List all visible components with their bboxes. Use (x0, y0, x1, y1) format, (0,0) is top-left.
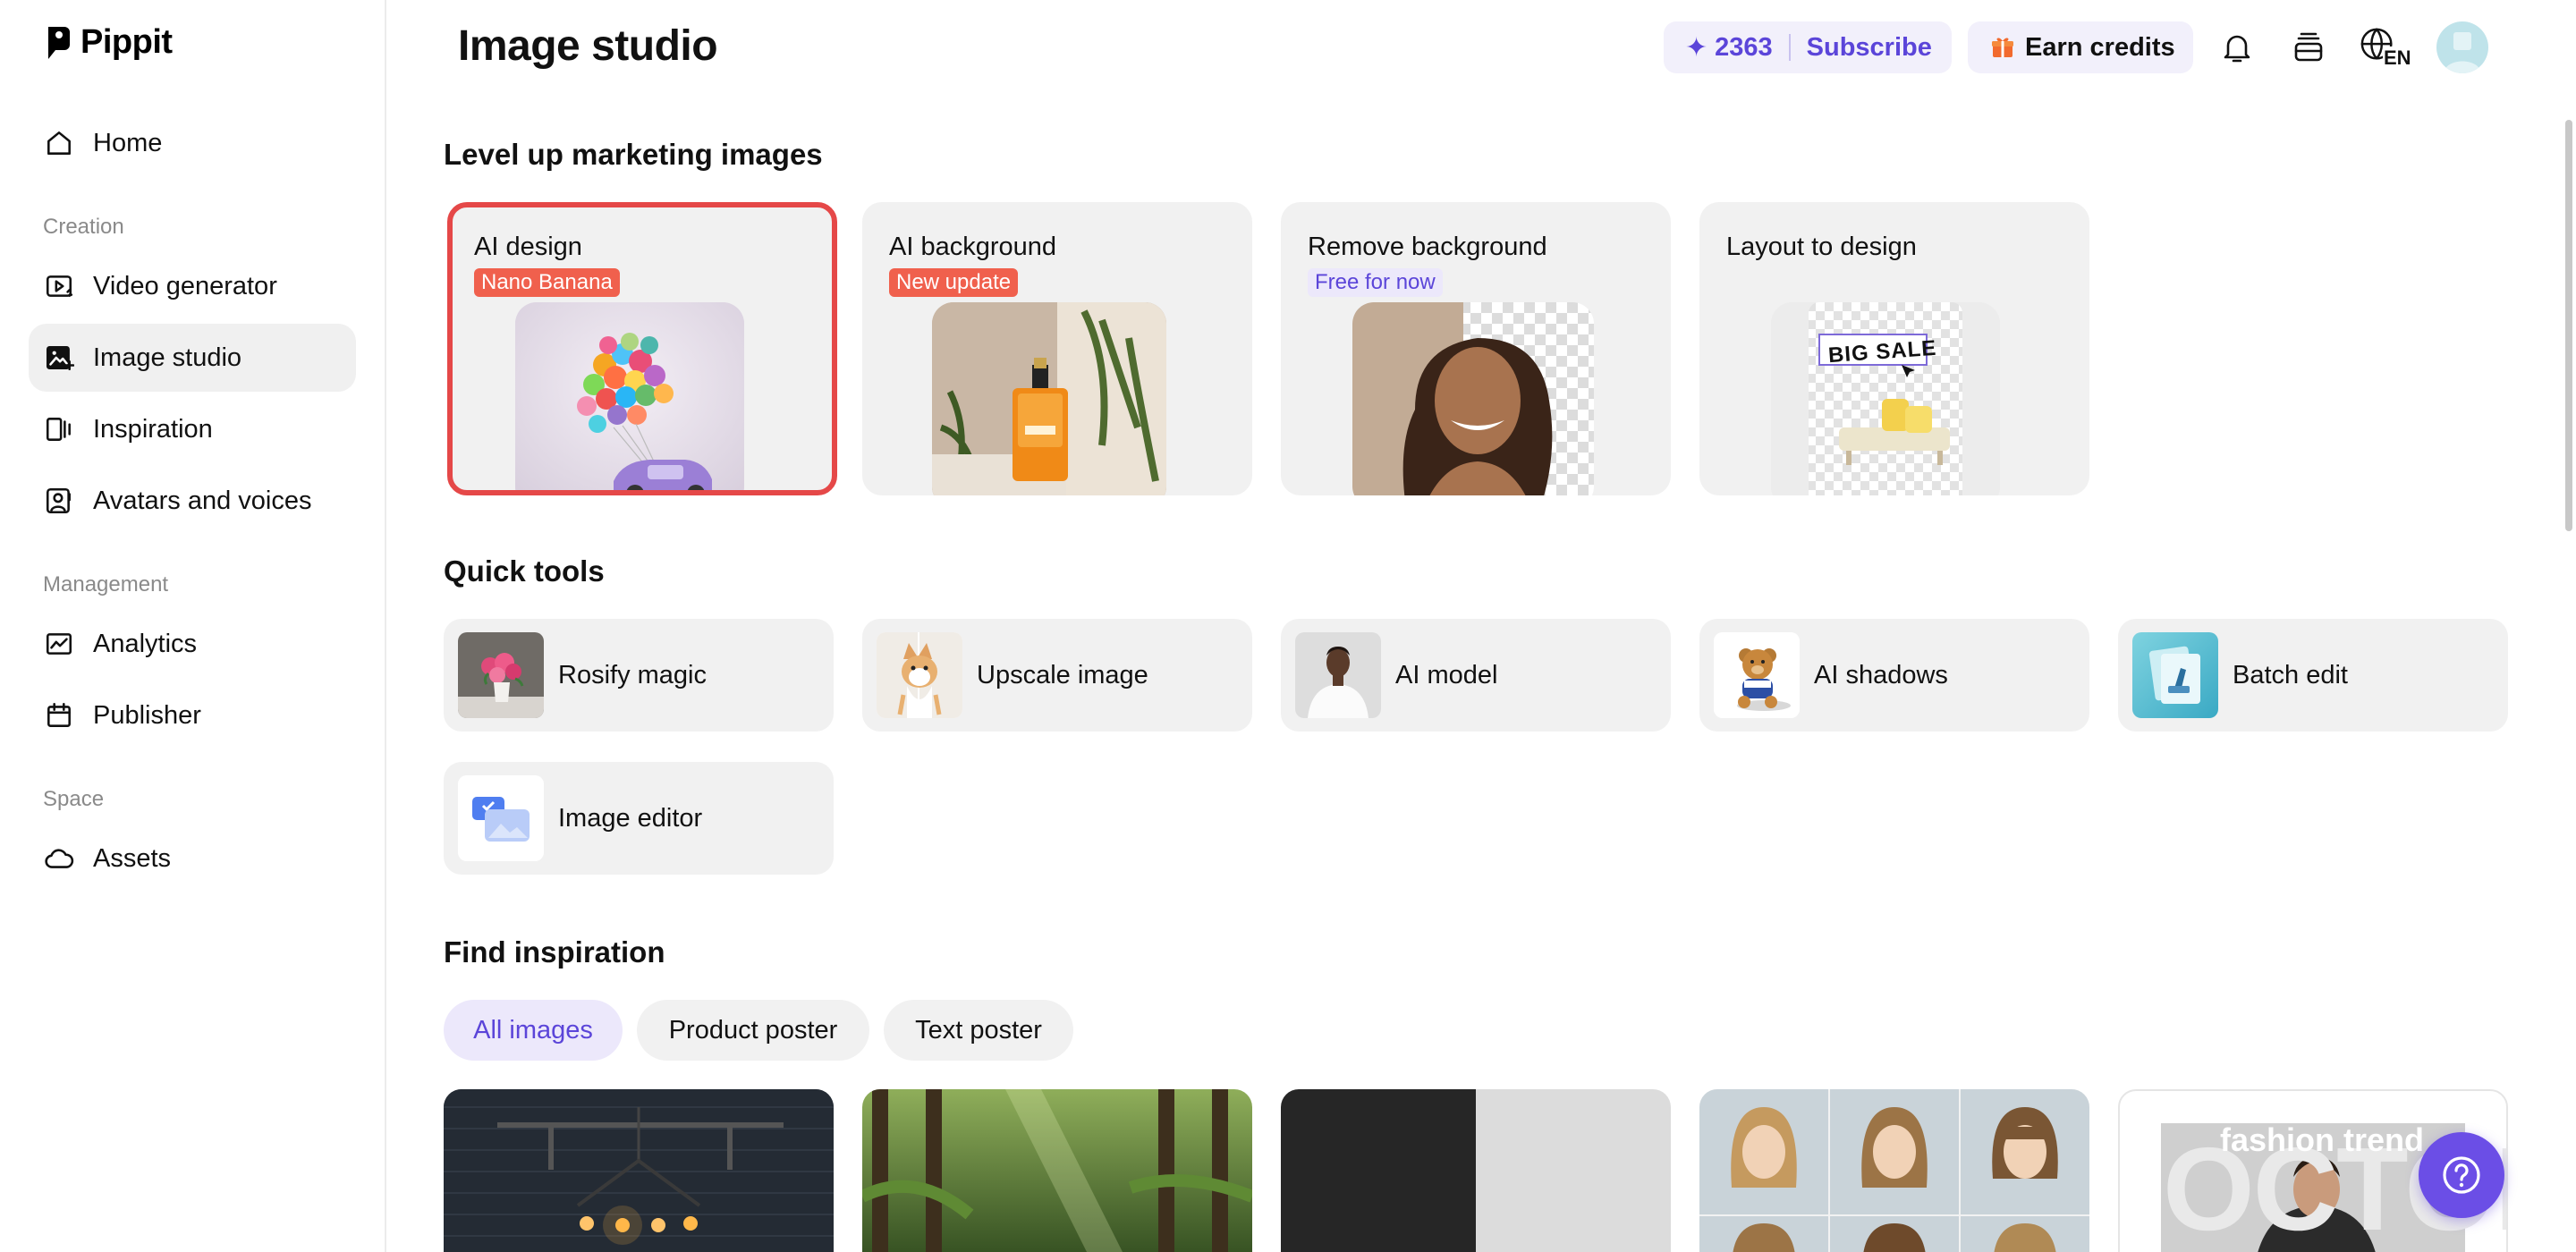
subscribe-button[interactable]: Subscribe (1807, 33, 1932, 63)
tool-label: AI model (1395, 660, 1498, 689)
tool-ai-model[interactable]: AI model (1281, 619, 1671, 732)
balloon-car-image (515, 302, 744, 490)
tool-label: Upscale image (977, 660, 1148, 689)
rosify-thumbnail (458, 632, 544, 718)
tool-upscale-image[interactable]: Upscale image (862, 619, 1252, 732)
quick-tools-section-title: Quick tools (444, 554, 605, 588)
sidebar-item-label: Assets (93, 843, 172, 873)
feature-card-ai-design[interactable]: AI design Nano Banana (447, 202, 837, 495)
user-avatar-icon (2444, 32, 2481, 73)
section-label-creation: Creation (43, 215, 124, 239)
divider (1788, 34, 1791, 61)
sidebar-item-label: Avatars and voices (93, 486, 312, 515)
feature-card-layout-to-design[interactable]: Layout to design BIG SALE (1699, 202, 2089, 495)
tool-label: AI shadows (1814, 660, 1948, 689)
remove-bg-portrait-image (1352, 302, 1594, 495)
image-editor-thumbnail (458, 775, 544, 861)
sidebar-item-analytics[interactable]: Analytics (29, 610, 356, 678)
feature-card-title: Remove background (1308, 233, 1547, 261)
filter-all-images[interactable]: All images (444, 1000, 623, 1061)
ai-shadows-thumbnail (1714, 632, 1800, 718)
stack-icon[interactable] (2286, 25, 2331, 70)
section-label-management: Management (43, 572, 169, 596)
app-name: Pippit (80, 23, 173, 61)
perfume-image (932, 302, 1166, 495)
tool-rosify-magic[interactable]: Rosify magic (444, 619, 834, 732)
bell-icon[interactable] (2215, 25, 2259, 70)
feature-card-title: Layout to design (1726, 233, 1917, 261)
fashion-trend-text: fashion trend (2220, 1121, 2425, 1158)
gift-icon (1992, 38, 2013, 57)
inspiration-image-forest[interactable] (862, 1089, 1252, 1252)
filter-product-poster[interactable]: Product poster (637, 1000, 869, 1061)
pippit-logo-icon (48, 26, 70, 59)
batch-edit-thumbnail (2132, 632, 2218, 718)
earn-credits-button[interactable]: Earn credits (1968, 21, 2193, 73)
tool-batch-edit[interactable]: Batch edit (2118, 619, 2508, 732)
sidebar-item-home[interactable]: Home (29, 109, 356, 177)
feature-card-title: AI design (474, 233, 582, 261)
credits-count: 2363 (1715, 32, 1773, 62)
tool-label: Rosify magic (558, 660, 707, 689)
page-title: Image studio (458, 22, 718, 70)
avatar-voice-icon (43, 485, 75, 517)
feature-badge: Free for now (1308, 268, 1443, 297)
question-icon (2443, 1156, 2480, 1194)
analytics-icon (43, 628, 75, 660)
help-button[interactable] (2419, 1132, 2504, 1218)
sidebar-item-label: Home (93, 128, 163, 157)
sidebar-item-label: Inspiration (93, 414, 213, 444)
inspiration-image-split[interactable] (1281, 1089, 1671, 1252)
sidebar-item-image-studio[interactable]: Image studio (29, 324, 356, 392)
home-icon (43, 127, 75, 159)
avatar[interactable] (2436, 21, 2488, 73)
feature-card-ai-background[interactable]: AI background New update (862, 202, 1252, 495)
feature-card-remove-background[interactable]: Remove background Free for now (1281, 202, 1671, 495)
inspiration-section-title: Find inspiration (444, 935, 665, 969)
feature-card-title: AI background (889, 233, 1057, 261)
sidebar-item-video-generator[interactable]: Video generator (29, 252, 356, 320)
sidebar-item-publisher[interactable]: Publisher (29, 681, 356, 749)
filter-text-poster[interactable]: Text poster (884, 1000, 1073, 1061)
sidebar-item-label: Analytics (93, 629, 198, 658)
section-label-space: Space (43, 787, 105, 811)
sidebar-item-assets[interactable]: Assets (29, 825, 356, 892)
tool-ai-shadows[interactable]: AI shadows (1699, 619, 2089, 732)
inspiration-image-lamp[interactable] (444, 1089, 834, 1252)
feature-badge: Nano Banana (474, 268, 620, 297)
tool-label: Batch edit (2233, 660, 2348, 689)
scrollbar[interactable] (2565, 120, 2572, 531)
cloud-icon (43, 842, 75, 875)
upscale-thumbnail (877, 632, 962, 718)
sidebar-item-inspiration[interactable]: Inspiration (29, 395, 356, 463)
sidebar-item-avatars-voices[interactable]: Avatars and voices (29, 467, 356, 535)
sparkle-icon: ✦ (1685, 32, 1708, 63)
credits-subscribe-pill[interactable]: ✦ 2363 Subscribe (1664, 21, 1952, 73)
tool-label: Image editor (558, 803, 703, 833)
globe-icon[interactable]: EN (2358, 25, 2413, 70)
ai-model-thumbnail (1295, 632, 1381, 718)
layout-poster-image: BIG SALE (1771, 302, 2000, 495)
image-studio-icon (43, 342, 75, 374)
language-label: EN (2383, 47, 2412, 70)
app-logo[interactable]: Pippit (45, 23, 173, 62)
sidebar-item-label: Video generator (93, 271, 277, 300)
video-generator-icon (43, 270, 75, 302)
inspiration-image-hairstyles[interactable] (1699, 1089, 2089, 1252)
sidebar-item-label: Publisher (93, 700, 201, 730)
sidebar-item-label: Image studio (93, 343, 242, 372)
feature-badge: New update (889, 268, 1019, 297)
inspiration-icon (43, 413, 75, 445)
calendar-icon (43, 699, 75, 732)
sidebar: Pippit Home Creation Video generator Ima… (0, 0, 386, 1252)
marketing-section-title: Level up marketing images (444, 138, 823, 171)
earn-credits-label: Earn credits (2025, 32, 2175, 62)
tool-image-editor[interactable]: Image editor (444, 762, 834, 875)
